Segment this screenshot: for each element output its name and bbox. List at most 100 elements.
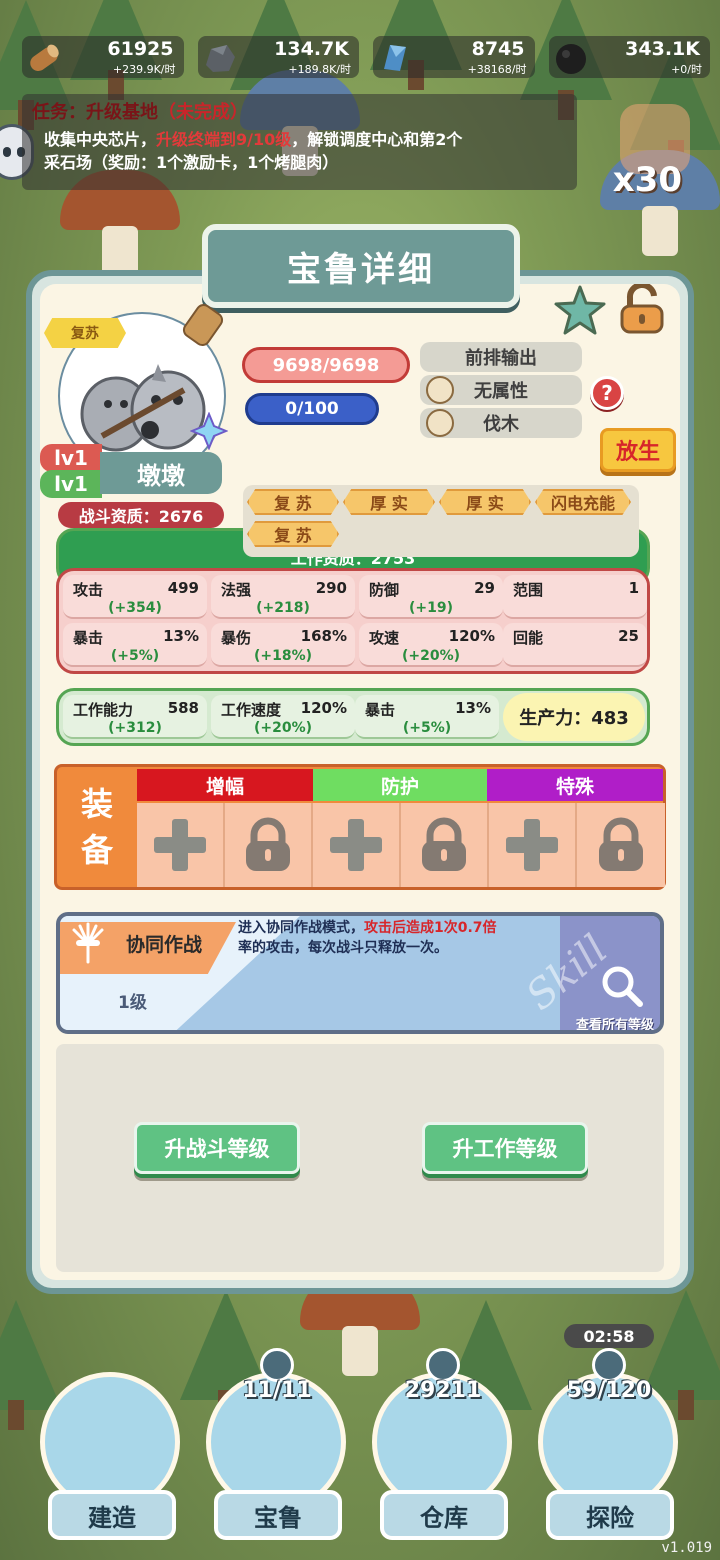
equip-slot-add[interactable]: [489, 803, 577, 887]
upgrade-work-level-button[interactable]: 升工作等级: [422, 1122, 588, 1174]
skill-description: 进入协同作战模式，攻击后造成1次0.7倍 率的攻击，每次战斗只释放一次。: [238, 918, 558, 958]
magnifier-icon[interactable]: [600, 964, 644, 1008]
stone-value: 134.7K: [274, 38, 349, 60]
padlock-icon: [422, 817, 466, 871]
stat-value: 13%: [163, 627, 199, 645]
panel-title: 宝鲁详细: [202, 224, 520, 308]
trait-tag[interactable]: 厚 实: [439, 489, 531, 515]
stat-value: 1: [628, 579, 639, 597]
stat-range: 范围 1: [503, 575, 647, 619]
resource-coal[interactable]: 343.1K +0/时: [548, 36, 710, 78]
trait-tag[interactable]: 复 苏: [247, 489, 339, 515]
quest-desc-highlight: 升级终端到9/10级: [156, 130, 292, 149]
quest-title: 任务：升级基地（未完成）: [32, 98, 567, 124]
stat-attack: 攻击 499 (+354): [63, 575, 207, 619]
stat-value: 120%: [448, 627, 495, 645]
stat-value: 13%: [455, 699, 491, 717]
equip-slot-locked[interactable]: [225, 803, 313, 887]
resource-bar: 61925 +239.9K/时 134.7K +189.8K/时 8745 +3…: [22, 36, 710, 84]
view-all-levels-link[interactable]: 查看所有等级: [576, 1014, 654, 1030]
role-position: 前排输出: [465, 348, 537, 369]
resource-wood[interactable]: 61925 +239.9K/时: [22, 36, 184, 78]
favorite-star-button[interactable]: [552, 283, 608, 339]
bottom-nav: 建造 11/11 宝鲁 29211 仓库 59/120 探险: [0, 1326, 720, 1560]
stat-value: 290: [315, 579, 347, 597]
stat-key: 暴击: [73, 629, 104, 647]
revive-tag: 复苏: [44, 318, 126, 348]
quest-panel[interactable]: 任务：升级基地（未完成） 收集中央芯片，升级终端到9/10级，解锁调度中心和第2…: [22, 94, 577, 190]
stat-key: 防御: [369, 581, 400, 599]
role-row-position: 前排输出: [420, 342, 582, 372]
skill-card[interactable]: 协同作战 1级 进入协同作战模式，攻击后造成1次0.7倍 率的攻击，每次战斗只释…: [56, 912, 664, 1034]
skill-level: 1级: [118, 993, 147, 1013]
role-row-attribute: 无属性: [420, 375, 582, 405]
stat-key: 攻速: [369, 629, 400, 647]
hand-count: x30: [612, 160, 682, 200]
plus-icon: [506, 819, 558, 871]
stat-key: 范围: [513, 581, 544, 599]
nav-build-label: 建造: [48, 1490, 176, 1540]
padlock-icon: [246, 817, 290, 871]
role-job: 伐木: [483, 414, 519, 435]
equip-slot-locked[interactable]: [401, 803, 489, 887]
stat-work-crit: 暴击 13% (+5%): [355, 695, 499, 739]
nav-creatures[interactable]: 11/11 宝鲁: [192, 1326, 362, 1560]
stat-value: 120%: [300, 699, 347, 717]
equipment-label-1: 装: [80, 785, 113, 823]
trait-tag[interactable]: 闪电充能: [535, 489, 631, 515]
stat-bonus: (+5%): [402, 720, 452, 736]
equipment-label: 装 备: [57, 767, 137, 887]
resource-crystal[interactable]: 8745 +38168/时: [373, 36, 535, 78]
nav-explore[interactable]: 59/120 探险: [524, 1326, 694, 1560]
version-label: v1.019: [661, 1540, 712, 1556]
equip-slot-add[interactable]: [313, 803, 401, 887]
release-button[interactable]: 放生: [600, 428, 676, 472]
equip-slot-add[interactable]: [137, 803, 225, 887]
stat-crit-damage: 暴伤 168% (+18%): [211, 623, 355, 667]
cooperation-skill-icon: [72, 922, 104, 964]
nav-explore-count: 59/120: [566, 1378, 652, 1403]
upgrade-battle-level-button[interactable]: 升战斗等级: [134, 1122, 300, 1174]
nav-warehouse[interactable]: 29211 仓库: [358, 1326, 528, 1560]
help-button[interactable]: ?: [590, 376, 624, 410]
plus-icon: [154, 819, 206, 871]
work-stats: 工作能力 588 (+312) 工作速度 120% (+20%) 暴击 13% (+5%) …: [56, 688, 650, 746]
stat-key: 暴击: [365, 701, 396, 719]
lock-button[interactable]: [616, 282, 670, 336]
wood-rate: +239.9K/时: [112, 63, 176, 76]
stone-rate: +189.8K/时: [288, 63, 351, 76]
creature-name[interactable]: 墩墩: [100, 452, 222, 494]
quest-prefix: 任务：升级基地: [32, 102, 158, 123]
stat-key: 法强: [221, 581, 252, 599]
equip-slot-locked[interactable]: [577, 803, 665, 887]
trait-tag[interactable]: 厚 实: [343, 489, 435, 515]
trait-tag[interactable]: 复 苏: [247, 521, 339, 547]
resource-stone[interactable]: 134.7K +189.8K/时: [197, 36, 359, 78]
stat-bonus: (+5%): [110, 648, 160, 664]
stat-bonus: (+354): [108, 600, 162, 616]
star-icon: [554, 285, 606, 335]
stat-key: 工作速度: [221, 701, 282, 719]
stat-bonus: (+18%): [253, 648, 313, 664]
nav-build[interactable]: 建造: [26, 1326, 196, 1560]
stone-icon: [200, 38, 240, 78]
equipment-panel: 装 备 增幅 防护 特殊: [54, 764, 666, 890]
stat-bonus: (+312): [108, 720, 162, 736]
stat-value: 588: [167, 699, 199, 717]
nav-warehouse-count: 29211: [404, 1378, 482, 1403]
battle-aptitude: 战斗资质：2676: [58, 502, 224, 528]
wood-icon: [24, 38, 64, 78]
stat-key: 工作能力: [73, 701, 134, 719]
role-row-job: 伐木: [420, 408, 582, 438]
crystal-rate: +38168/时: [467, 63, 527, 76]
skill-desc-highlight: 攻击后造成1次0.7倍: [364, 920, 497, 936]
stat-key: 回能: [513, 629, 544, 647]
skill-name: 协同作战: [126, 934, 203, 956]
stat-bonus: (+218): [256, 600, 310, 616]
rarity-crystal-icon: [189, 411, 229, 451]
coal-value: 343.1K: [625, 38, 700, 60]
attribute-icon: [426, 376, 454, 404]
crystal-icon: [375, 38, 415, 78]
combat-stats: 攻击 499 (+354) 法强 290 (+218) 防御 29 (+19) 范围 1 暴击…: [56, 568, 650, 674]
hammer-icon: [260, 1348, 294, 1382]
